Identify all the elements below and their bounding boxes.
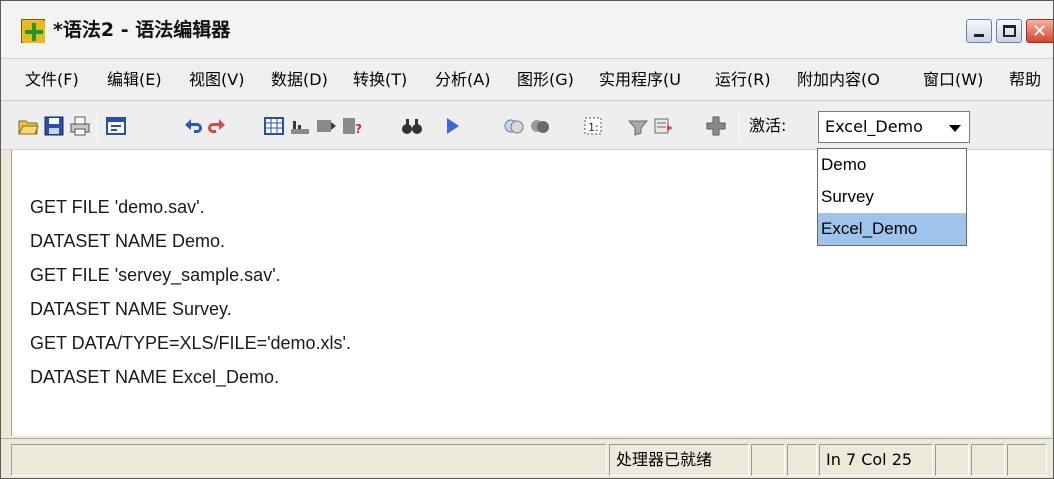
menu-graphs[interactable]: 图形(G) [517, 59, 574, 101]
title-bar[interactable]: *语法2 - 语法编辑器 ✕ [1, 1, 1053, 59]
menu-utilities[interactable]: 实用程序(U [599, 59, 681, 101]
toolbar-separator [739, 112, 740, 140]
designate-window-icon[interactable] [653, 115, 675, 137]
toolbar-separator [97, 112, 98, 140]
maximize-icon [1003, 25, 1016, 37]
close-icon: ✕ [1032, 21, 1048, 42]
svg-text:1:: 1: [588, 121, 599, 134]
find-icon[interactable] [401, 115, 423, 137]
menu-analyze[interactable]: 分析(A) [435, 59, 490, 101]
value-labels-icon[interactable] [627, 115, 649, 137]
window-title: *语法2 - 语法编辑器 [53, 19, 231, 41]
status-cell-empty [971, 444, 1005, 476]
dataset-option-demo[interactable]: Demo [818, 149, 966, 181]
cursor-position: In 7 Col 25 [819, 444, 933, 476]
status-cell-empty [935, 444, 969, 476]
stop-processor-icon[interactable] [529, 115, 551, 137]
split-file-icon[interactable]: ? [341, 115, 363, 137]
undo-icon[interactable] [181, 115, 203, 137]
active-dataset-select[interactable]: Excel_Demo [818, 111, 970, 143]
code-line: DATASET NAME Excel_Demo. [30, 367, 280, 387]
menu-bar: 文件(F) 编辑(E) 视图(V) 数据(D) 转换(T) 分析(A) 图形(G… [1, 59, 1053, 101]
close-button[interactable]: ✕ [1026, 19, 1053, 43]
goto-case-icon[interactable] [263, 115, 285, 137]
menu-file[interactable]: 文件(F) [25, 59, 79, 101]
select-cases-icon[interactable]: 1: [583, 115, 605, 137]
maximize-button[interactable] [996, 19, 1022, 43]
menu-transform[interactable]: 转换(T) [353, 59, 407, 101]
menu-window[interactable]: 窗口(W) [923, 59, 983, 101]
insert-cases-icon[interactable] [315, 115, 337, 137]
redo-icon[interactable] [207, 115, 229, 137]
status-cell-empty [787, 444, 817, 476]
print-icon[interactable] [69, 115, 91, 137]
menu-addons[interactable]: 附加内容(O [797, 59, 880, 101]
open-folder-icon[interactable] [17, 115, 39, 137]
toolbar: ? 1: 激活: Excel_Demo [1, 102, 1053, 150]
status-cell-empty [751, 444, 785, 476]
dataset-option-excel-demo[interactable]: Excel_Demo [818, 213, 966, 245]
minimize-button[interactable] [966, 19, 992, 43]
syntax-editor-window: *语法2 - 语法编辑器 ✕ 文件(F) 编辑(E) 视图(V) 数据(D) 转… [0, 0, 1054, 479]
dataset-option-survey[interactable]: Survey [818, 181, 966, 213]
menu-view[interactable]: 视图(V) [189, 59, 244, 101]
menu-data[interactable]: 数据(D) [271, 59, 328, 101]
code-line: DATASET NAME Demo. [30, 231, 226, 251]
menu-edit[interactable]: 编辑(E) [107, 59, 162, 101]
processor-status: 处理器已就绪 [609, 444, 749, 476]
activate-label: 激活: [749, 116, 787, 135]
code-line: GET FILE 'demo.sav'. [30, 197, 205, 217]
variables-icon[interactable] [289, 115, 311, 137]
run-icon[interactable] [441, 115, 463, 137]
add-icon[interactable] [705, 115, 727, 137]
app-icon [21, 19, 45, 43]
dialog-recall-icon[interactable] [105, 115, 127, 137]
dataset-dropdown-list: Demo Survey Excel_Demo [817, 148, 967, 246]
menu-help[interactable]: 帮助 [1009, 59, 1041, 101]
status-cell-empty [1007, 444, 1047, 476]
code-line: GET DATA/TYPE=XLS/FILE='demo.xls'. [30, 333, 351, 353]
svg-text:?: ? [355, 122, 362, 136]
status-cell-empty [11, 444, 607, 476]
active-dataset-value: Excel_Demo [825, 117, 923, 136]
save-icon[interactable] [43, 115, 65, 137]
code-line: GET FILE 'servey_sample.sav'. [30, 265, 281, 285]
menu-run[interactable]: 运行(R) [715, 59, 771, 101]
chevron-down-icon [949, 125, 961, 132]
code-line: DATASET NAME Survey. [30, 299, 232, 319]
minimize-icon [974, 34, 984, 37]
start-processor-icon[interactable] [503, 115, 525, 137]
status-bar: 处理器已就绪 In 7 Col 25 [1, 438, 1053, 478]
